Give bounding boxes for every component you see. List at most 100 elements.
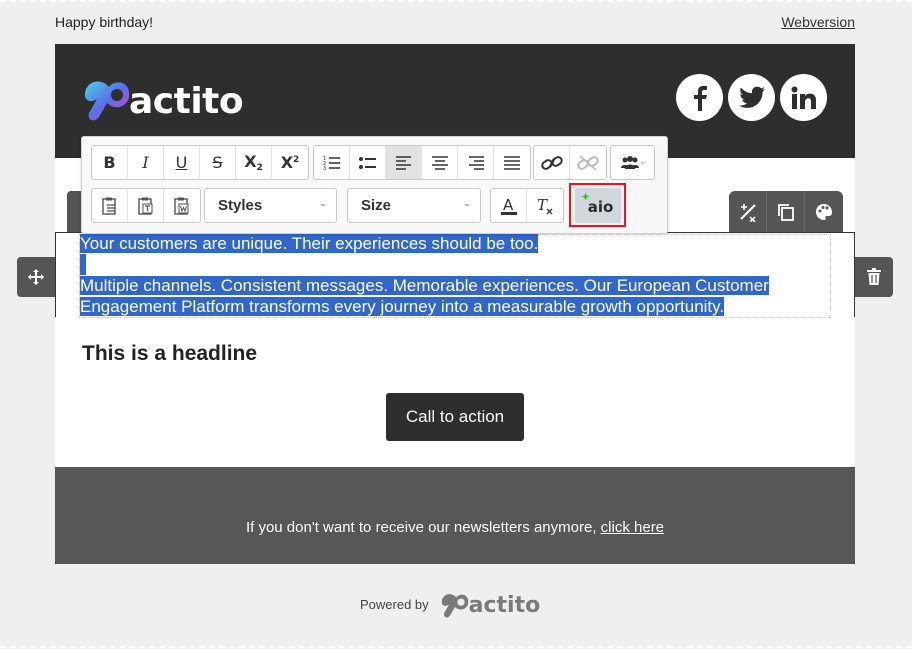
superscript-icon: X2 [280,153,300,172]
canvas-bottom-border [0,646,912,648]
insert-link-button[interactable] [534,146,570,179]
align-center-button[interactable] [422,146,458,179]
block-left-tab [67,191,81,233]
link-icon [540,155,563,170]
unsubscribe-link[interactable]: click here [601,519,664,536]
social-links [676,74,827,121]
unsubscribe-text: If you don't want to receive our newslet… [245,519,601,536]
paste-as-text-button[interactable] [128,189,164,222]
aio-label: aio [587,198,614,216]
paragraph-group: 1 2 3 [313,145,531,180]
facebook-link[interactable] [676,74,723,121]
italic-button[interactable]: I [128,146,164,179]
styles-dropdown-label: Styles [218,197,263,214]
underline-icon: U [175,153,188,172]
unsubscribe-line: If you don't want to receive our newslet… [55,519,855,536]
powered-by-wordmark: actito [468,593,541,618]
underline-button[interactable]: U [164,146,200,179]
call-to-action-button[interactable]: Call to action [386,393,524,441]
linkedin-icon [791,86,816,109]
align-right-button[interactable] [458,146,494,179]
block-style-button[interactable] [805,191,843,233]
align-left-icon [395,155,411,170]
chevron-down-icon [464,204,470,207]
duplicate-block-button[interactable] [767,191,805,233]
strikethrough-button[interactable]: S [200,146,236,179]
chevron-down-icon [320,204,326,207]
superscript-button[interactable]: X2 [272,146,308,179]
color-group: A T [490,188,564,223]
bold-button[interactable]: B [92,146,128,179]
svg-text:T: T [537,196,548,214]
formatting-group: B I U S X2 X2 [91,145,309,180]
linkedin-link[interactable] [780,74,827,121]
bullet-list-icon [358,156,376,169]
powered-by: Powered by actito [360,588,540,620]
users-icon [620,155,645,169]
paste-text-icon [137,197,152,215]
percent-wand-icon [739,204,756,222]
aio-assistant-button[interactable]: ✦ aio [569,183,626,227]
trash-icon [867,268,881,285]
link-group [533,145,607,180]
paste-from-word-button[interactable] [164,189,200,222]
aio-button-face: ✦ aio [574,187,621,223]
align-center-icon [431,155,448,170]
paste-button[interactable] [92,189,128,222]
actito-logo: actito [79,72,244,124]
svg-text:3: 3 [323,166,326,171]
justify-button[interactable] [494,146,530,179]
paste-word-icon [174,197,189,215]
paragraph-2-line-1: Multiple channels. Consistent messages. … [80,276,769,295]
justify-icon [504,155,520,170]
paste-icon [101,197,116,215]
rich-text-toolbar: B I U S X2 X2 1 2 3 Styles Size A T ✦ ai… [81,136,668,234]
preheader-text: Happy birthday! [55,14,154,30]
clear-formatting-button[interactable]: T [527,189,563,222]
canvas-top-border [0,0,912,2]
italic-icon: I [142,153,149,172]
bullet-list-button[interactable] [350,146,386,179]
text-color-icon: A [500,196,517,215]
ordered-list-button[interactable]: 1 2 3 [314,146,350,179]
personalization-button[interactable] [611,146,654,179]
headline[interactable]: This is a headline [82,342,257,366]
rich-text-content[interactable]: Your customers are unique. Their experie… [80,233,810,317]
actito-logo-mark-icon [85,81,130,121]
sparkle-icon: ✦ [580,189,591,204]
unlink-icon [577,154,599,171]
bold-icon: B [103,153,116,172]
move-block-handle[interactable] [17,257,55,297]
webversion-link[interactable]: Webversion [781,14,855,30]
powered-by-label: Powered by [360,596,429,612]
copy-icon [777,204,794,221]
empty-line [80,254,810,275]
paragraph-1: Your customers are unique. Their experie… [80,234,539,253]
move-arrows-icon [28,269,44,285]
facebook-icon [693,85,707,111]
svg-text:A: A [503,196,514,214]
palette-icon [816,204,832,220]
size-dropdown[interactable]: Size [347,188,481,223]
personalization-group [610,145,655,180]
clear-format-icon: T [537,196,553,214]
block-toolbar [729,191,843,233]
email-footer: If you don't want to receive our newslet… [55,467,855,564]
size-dropdown-label: Size [361,197,392,214]
paste-group [91,188,201,223]
subscript-icon: X2 [244,152,263,173]
block-settings-button[interactable] [729,191,767,233]
delete-block-button[interactable] [855,257,893,297]
ordered-list-icon: 1 2 3 [323,156,340,171]
align-right-icon [468,155,484,170]
paragraph-2-line-2: Engagement Platform transforms every jou… [80,297,725,316]
preheader: Happy birthday! Webversion [55,14,855,32]
twitter-link[interactable] [728,74,775,121]
logo-wordmark: actito [129,80,244,122]
subscript-button[interactable]: X2 [236,146,272,179]
styles-dropdown[interactable]: Styles [204,188,337,223]
unlink-button[interactable] [570,146,606,179]
align-left-button[interactable] [386,146,422,179]
text-color-button[interactable]: A [491,189,527,222]
strikethrough-icon: S [212,153,223,172]
